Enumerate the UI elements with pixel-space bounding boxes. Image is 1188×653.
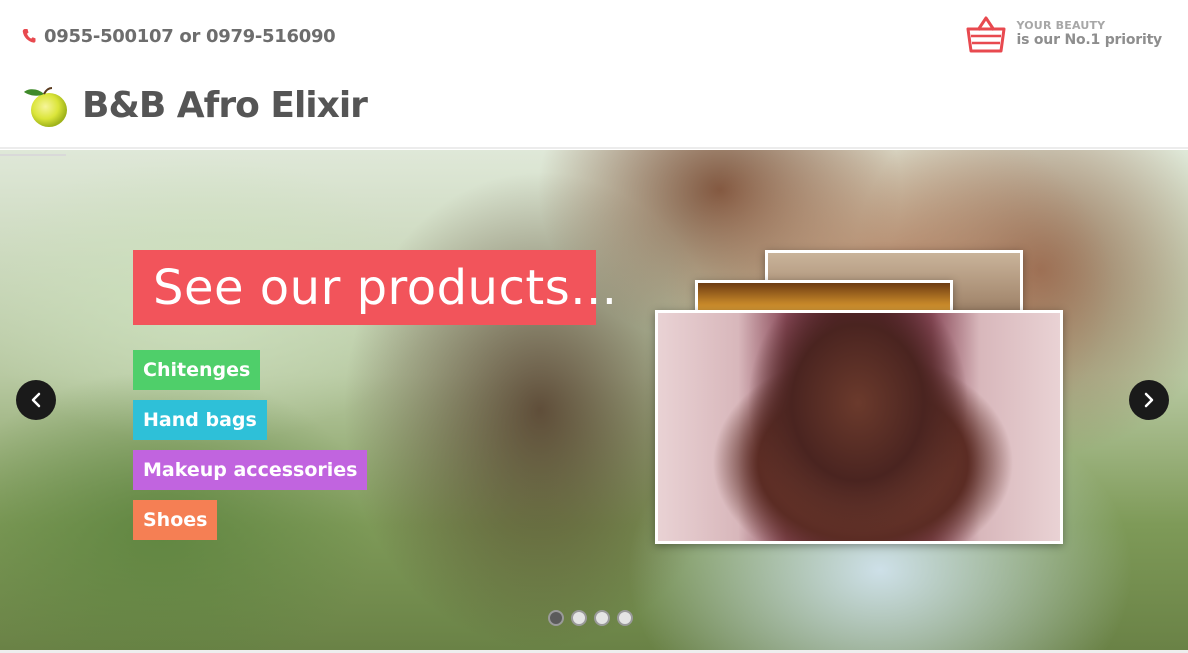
chevron-right-icon	[1144, 392, 1154, 408]
tagline-small: YOUR BEAUTY	[1016, 19, 1106, 32]
slide-pagination	[548, 610, 633, 626]
next-slide-button[interactable]	[1129, 380, 1169, 420]
phone-contact: 0955-500107 or 0979-516090	[22, 24, 336, 48]
hero-slider: See our products... Chitenges Hand bags …	[0, 150, 1188, 650]
slide-dot-1[interactable]	[548, 610, 564, 626]
menu-indicator	[0, 154, 66, 156]
product-photo-front	[655, 310, 1063, 544]
prev-slide-button[interactable]	[16, 380, 56, 420]
basket-icon	[966, 16, 1006, 53]
chevron-left-icon	[31, 392, 41, 408]
category-chitenges[interactable]: Chitenges	[133, 350, 261, 390]
brand-name: B&B Afro Elixir	[82, 84, 368, 126]
category-shoes[interactable]: Shoes	[133, 500, 218, 540]
category-makeup-accessories[interactable]: Makeup accessories	[133, 450, 368, 490]
slide-dot-2[interactable]	[571, 610, 587, 626]
header-divider	[0, 147, 1188, 149]
tagline-text: YOUR BEAUTY is our No.1 priority	[1016, 19, 1162, 49]
slide-dot-3[interactable]	[594, 610, 610, 626]
phone-icon	[22, 29, 36, 43]
lemon-icon	[24, 87, 67, 127]
tagline-big: is our No.1 priority	[1016, 32, 1162, 49]
phone-numbers[interactable]: 0955-500107 or 0979-516090	[44, 26, 336, 47]
tagline-block: YOUR BEAUTY is our No.1 priority	[966, 14, 1162, 54]
category-hand-bags[interactable]: Hand bags	[133, 400, 267, 440]
site-header: 0955-500107 or 0979-516090 YOUR BEAUTY i…	[0, 0, 1188, 149]
slider-headline: See our products...	[133, 250, 617, 325]
slide-dot-4[interactable]	[617, 610, 633, 626]
brand-logo[interactable]: B&B Afro Elixir	[22, 80, 368, 130]
